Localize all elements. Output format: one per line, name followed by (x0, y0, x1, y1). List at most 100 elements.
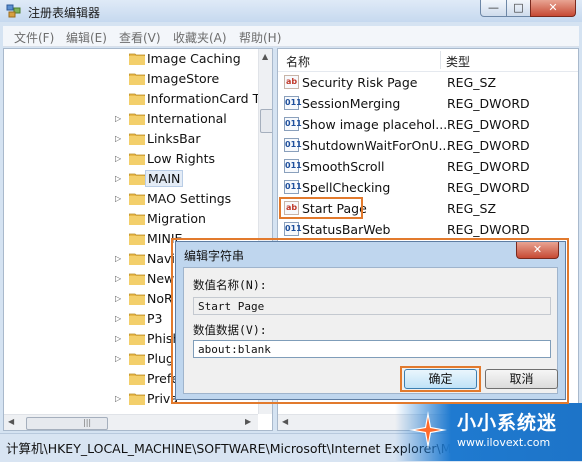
tree-item[interactable]: Image Caching (4, 49, 272, 69)
folder-icon (129, 333, 145, 345)
folder-icon (129, 193, 145, 205)
tree-item-label: MAIN (145, 170, 184, 187)
menu-favorites[interactable]: 收藏夹(A) (173, 29, 227, 46)
value-name: SessionMerging (302, 96, 401, 111)
edit-string-dialog: 编辑字符串 ✕ 数值名称(N): Start Page 数值数据(V): 确定 … (175, 241, 566, 400)
value-type: REG_DWORD (447, 180, 530, 195)
tree-horizontal-scrollbar[interactable]: ◀ ||| ▶ (4, 414, 258, 430)
title-bar[interactable]: 注册表编辑器 — □ ✕ (0, 0, 582, 22)
dword-value-icon: 011 (284, 180, 302, 194)
expand-arrow-icon[interactable]: ▷ (115, 274, 121, 283)
dialog-body: 数值名称(N): Start Page 数值数据(V): 确定 取消 (183, 267, 558, 394)
expand-arrow-icon[interactable]: ▷ (115, 354, 121, 363)
cancel-button[interactable]: 取消 (485, 369, 558, 389)
tree-item[interactable]: ▷ International (4, 109, 272, 129)
value-name: SpellChecking (302, 180, 391, 195)
expand-arrow-icon[interactable]: ▷ (115, 114, 121, 123)
tree-item[interactable]: InformationCard T (4, 89, 272, 109)
value-type: REG_DWORD (447, 138, 530, 153)
expand-arrow-icon[interactable]: ▷ (115, 194, 121, 203)
list-header: 名称 类型 (278, 49, 578, 72)
menu-file[interactable]: 文件(F) (14, 29, 54, 46)
value-type: REG_DWORD (447, 117, 530, 132)
tree-item[interactable]: ImageStore (4, 69, 272, 89)
expand-arrow-icon[interactable]: ▷ (115, 154, 121, 163)
column-divider[interactable] (440, 51, 441, 69)
tree-item[interactable]: Migration (4, 209, 272, 229)
tree-item-label: P3 (147, 311, 163, 326)
folder-icon (129, 153, 145, 165)
close-icon: ✕ (548, 1, 558, 14)
tree-item[interactable]: ▷ LinksBar (4, 129, 272, 149)
value-name: ShutdownWaitForOnU... (302, 138, 451, 153)
value-name: Show image placehol... (302, 117, 448, 132)
watermark-title: 小小系统迷 (457, 412, 558, 434)
tree-item[interactable]: ▷ MAO Settings (4, 189, 272, 209)
folder-icon (129, 393, 145, 405)
maximize-button[interactable]: □ (506, 0, 531, 17)
tree-item-label: Low Rights (147, 151, 216, 166)
value-row[interactable]: 011 ShutdownWaitForOnU... REG_DWORD (278, 136, 578, 157)
minimize-button[interactable]: — (480, 0, 507, 17)
column-header-name[interactable]: 名称 (286, 53, 310, 70)
expand-arrow-icon[interactable]: ▷ (115, 394, 121, 403)
tree-item[interactable]: ▷ MAIN (4, 169, 272, 189)
tree-item-label: InformationCard T (147, 91, 261, 106)
value-type: REG_DWORD (447, 222, 530, 237)
folder-icon (129, 213, 145, 225)
dword-value-icon: 011 (284, 117, 302, 131)
value-row[interactable]: 011 SmoothScroll REG_DWORD (278, 157, 578, 178)
string-value-icon: ab (284, 75, 299, 89)
folder-icon (129, 313, 145, 325)
close-button[interactable]: ✕ (530, 0, 576, 17)
expand-arrow-icon[interactable]: ▷ (115, 174, 121, 183)
expand-arrow-icon[interactable]: ▷ (115, 254, 121, 263)
maximize-icon: □ (513, 1, 524, 14)
scroll-up-icon[interactable]: ▲ (262, 52, 268, 61)
tree-item-label: MAO Settings (147, 191, 232, 206)
scroll-right-icon[interactable]: ▶ (245, 417, 251, 426)
value-type: REG_DWORD (447, 96, 530, 111)
value-data-input[interactable] (193, 340, 551, 358)
site-watermark: 小小系统迷 www.ilovext.com (395, 403, 582, 461)
tree-item-label: LinksBar (147, 131, 201, 146)
ok-button[interactable]: 确定 (404, 369, 477, 389)
watermark-logo-icon (409, 411, 447, 449)
tree-item[interactable]: ▷ Low Rights (4, 149, 272, 169)
scroll-left-icon[interactable]: ◀ (8, 417, 14, 426)
tree-item-label: NoR (147, 291, 173, 306)
window-title: 注册表编辑器 (28, 6, 101, 20)
dword-value-icon: 011 (284, 96, 302, 110)
value-type: REG_DWORD (447, 159, 530, 174)
dialog-close-button[interactable]: ✕ (516, 242, 559, 259)
value-type: REG_SZ (447, 75, 497, 90)
scroll-thumb[interactable]: ||| (26, 417, 108, 430)
tree-item-label: Image Caching (147, 51, 241, 66)
expand-arrow-icon[interactable]: ▷ (115, 294, 121, 303)
folder-icon (129, 273, 145, 285)
value-name: StatusBarWeb (302, 222, 391, 237)
expand-arrow-icon[interactable]: ▷ (115, 314, 121, 323)
value-row[interactable]: 011 Show image placehol... REG_DWORD (278, 115, 578, 136)
folder-icon (129, 373, 145, 385)
folder-icon (129, 233, 145, 245)
column-header-type[interactable]: 类型 (446, 53, 470, 70)
scroll-thumb[interactable] (260, 109, 272, 133)
folder-icon (129, 113, 145, 125)
menu-view[interactable]: 查看(V) (119, 29, 161, 46)
value-row[interactable]: ab Security Risk Page REG_SZ (278, 73, 578, 94)
menu-edit[interactable]: 编辑(E) (66, 29, 107, 46)
folder-icon (129, 293, 145, 305)
watermark-url: www.ilovext.com (457, 436, 551, 449)
expand-arrow-icon[interactable]: ▷ (115, 334, 121, 343)
value-row[interactable]: 011 SessionMerging REG_DWORD (278, 94, 578, 115)
expand-arrow-icon[interactable]: ▷ (115, 134, 121, 143)
menu-bar: 文件(F) 编辑(E) 查看(V) 收藏夹(A) 帮助(H) (3, 26, 579, 47)
scroll-left-icon[interactable]: ◀ (282, 417, 288, 426)
menu-help[interactable]: 帮助(H) (239, 29, 281, 46)
grip-icon: ||| (83, 418, 92, 427)
folder-icon (129, 73, 145, 85)
value-row[interactable]: 011 SpellChecking REG_DWORD (278, 178, 578, 199)
value-name-label: 数值名称(N): (193, 278, 267, 292)
folder-icon (129, 173, 145, 185)
